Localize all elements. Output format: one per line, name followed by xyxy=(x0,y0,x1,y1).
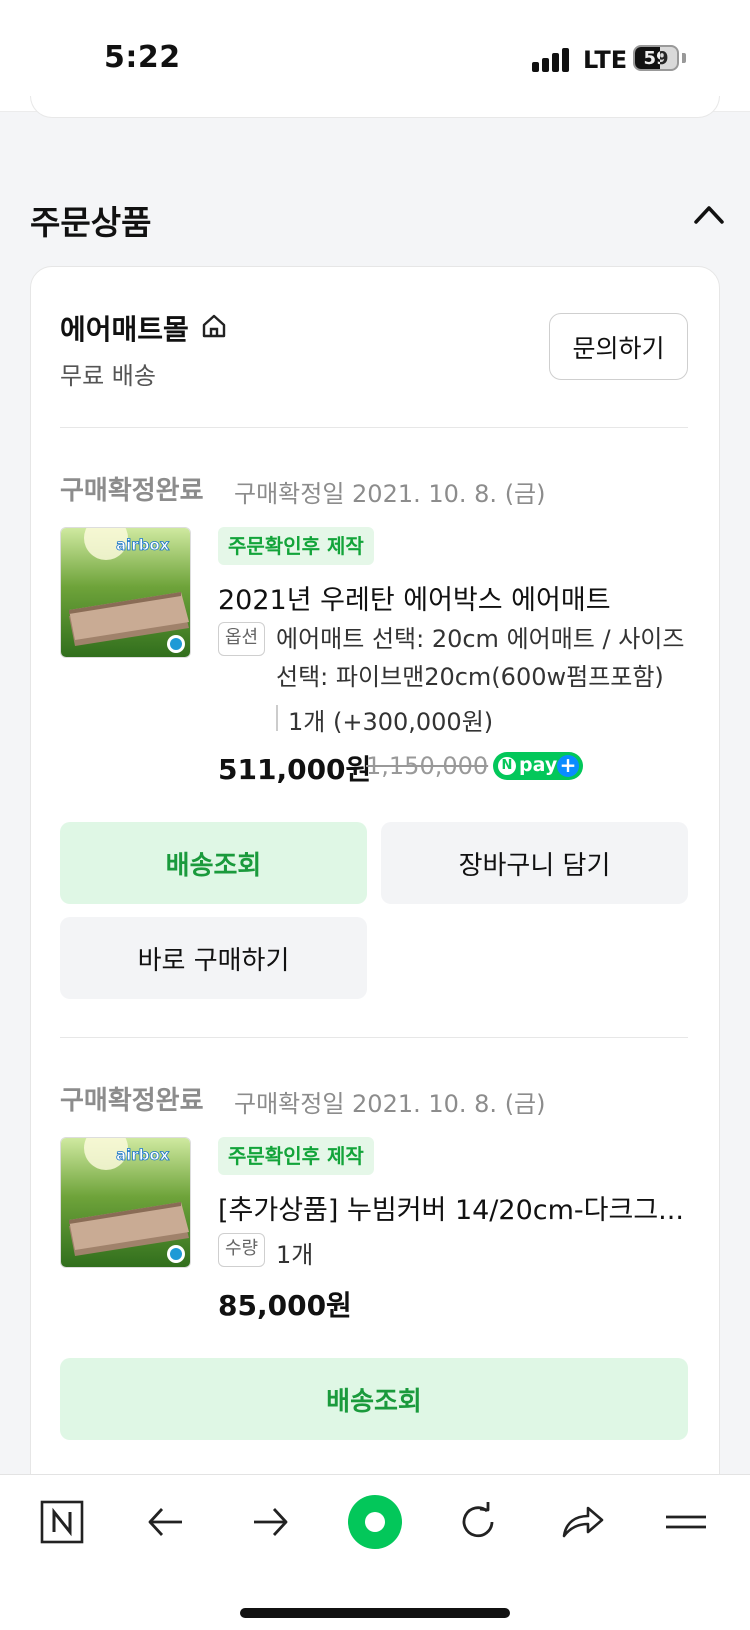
naver-n-icon[interactable] xyxy=(40,1500,84,1544)
divider xyxy=(60,427,688,428)
option-tag: 수량 xyxy=(218,1233,266,1267)
product-thumbnail[interactable]: airbox xyxy=(60,527,191,658)
product-price: 511,000원 xyxy=(218,753,372,786)
add-to-cart-button[interactable]: 장바구니 담기 xyxy=(381,822,688,904)
order-date: 구매확정일 2021. 10. 8. (금) xyxy=(234,480,546,508)
forward-arrow-icon[interactable] xyxy=(248,1500,292,1544)
store-name[interactable]: 에어매트몰 xyxy=(60,308,189,348)
divider xyxy=(60,1037,688,1038)
home-indicator xyxy=(240,1608,510,1618)
shipping-info: 무료 배송 xyxy=(60,362,156,390)
home-icon[interactable] xyxy=(200,312,228,340)
share-icon[interactable] xyxy=(560,1500,604,1544)
network-label: LTE xyxy=(583,46,628,74)
thumb-brand: airbox xyxy=(116,1146,170,1164)
back-arrow-icon[interactable] xyxy=(144,1500,188,1544)
battery-icon: 59 xyxy=(633,45,679,71)
order-status: 구매확정완료 xyxy=(60,1086,204,1116)
refresh-icon[interactable] xyxy=(456,1500,500,1544)
status-time: 5:22 xyxy=(104,40,181,75)
thumb-brand: airbox xyxy=(116,536,170,554)
section-title: 주문상품 xyxy=(30,203,152,242)
product-name[interactable]: [추가상품] 누빔커버 14/20cm-다크그... xyxy=(218,1188,688,1227)
menu-icon[interactable] xyxy=(664,1500,708,1544)
inquiry-button[interactable]: 문의하기 xyxy=(549,313,688,380)
chevron-up-icon[interactable] xyxy=(692,202,726,226)
option-quantity: 1개 (+300,000원) xyxy=(288,708,494,736)
option-quantity: 1개 xyxy=(276,1241,314,1269)
product-name[interactable]: 2021년 우레탄 에어박스 에어매트 xyxy=(218,578,611,617)
order-status: 구매확정완료 xyxy=(60,476,204,506)
original-price: 1,150,000 xyxy=(366,752,489,780)
option-separator xyxy=(276,705,278,731)
track-delivery-button[interactable]: 배송조회 xyxy=(60,1358,688,1440)
option-line-1: 에어매트 선택: 20cm 에어매트 / 사이즈 xyxy=(276,625,685,653)
signal-icon xyxy=(532,48,572,72)
product-thumbnail[interactable]: airbox xyxy=(60,1137,191,1268)
buy-now-button[interactable]: 바로 구매하기 xyxy=(60,917,367,999)
order-date: 구매확정일 2021. 10. 8. (금) xyxy=(234,1090,546,1118)
option-line-2: 선택: 파이브맨20cm(600w펌프포함) xyxy=(276,663,664,691)
battery-cap xyxy=(682,53,686,63)
option-tag: 옵션 xyxy=(218,622,266,656)
npay-label: pay xyxy=(519,754,558,776)
npay-plus-badge: N pay + xyxy=(493,752,583,780)
track-delivery-button[interactable]: 배송조회 xyxy=(60,822,367,904)
made-to-order-badge: 주문확인후 제작 xyxy=(218,1137,374,1175)
made-to-order-badge: 주문확인후 제작 xyxy=(218,527,374,565)
previous-card-edge xyxy=(30,96,720,118)
battery-level: 59 xyxy=(643,48,669,69)
product-price: 85,000원 xyxy=(218,1289,352,1322)
green-circle-icon[interactable] xyxy=(347,1494,403,1550)
